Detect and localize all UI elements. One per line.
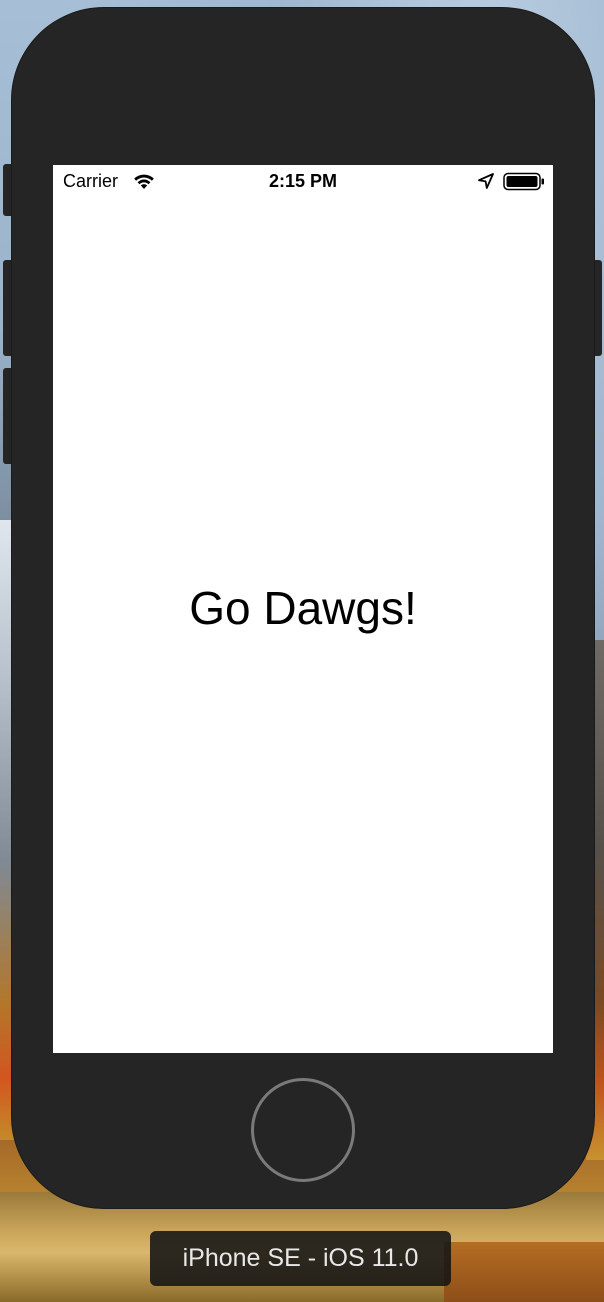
status-bar: Carrier 2:15 PM [53, 165, 553, 199]
location-arrow-icon [478, 173, 494, 189]
battery-full-icon [503, 172, 544, 191]
home-button[interactable] [251, 1078, 355, 1182]
simulator-device-label: iPhone SE - iOS 11.0 [150, 1231, 451, 1286]
device-screen[interactable]: Carrier 2:15 PM Go Dawgs! [53, 165, 553, 1053]
go-dawgs-label: Go Dawgs! [189, 582, 417, 634]
wallpaper-water [444, 1242, 604, 1302]
